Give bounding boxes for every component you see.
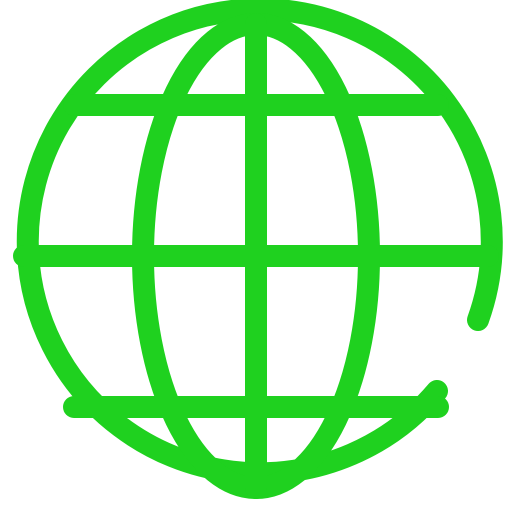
icon-canvas bbox=[0, 0, 512, 512]
globe-icon bbox=[13, 0, 503, 499]
